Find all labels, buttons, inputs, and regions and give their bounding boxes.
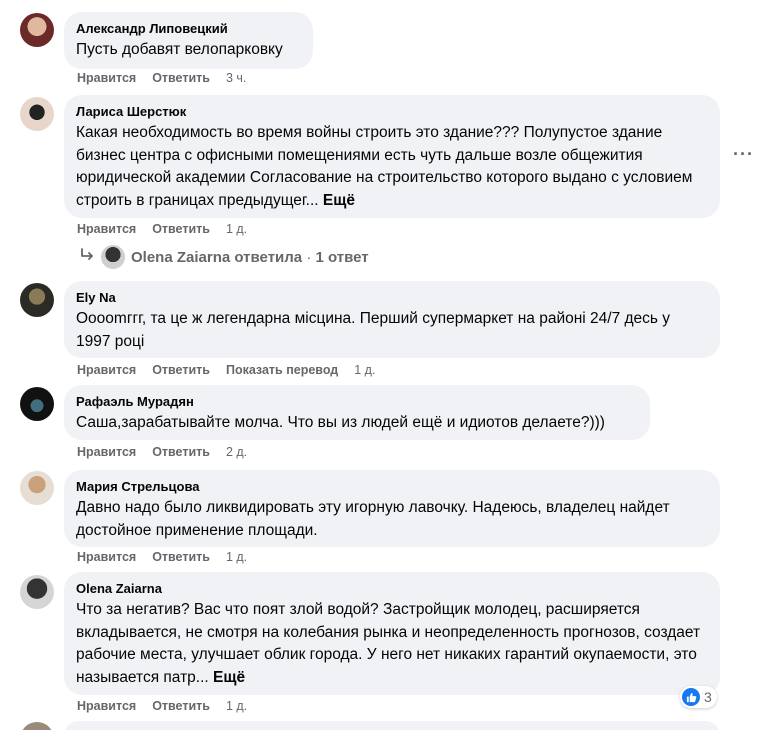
- reply-verb: ответила: [234, 248, 303, 266]
- translate-button[interactable]: Показать перевод: [226, 363, 338, 377]
- comment-bubble: Рафаэль Мурадян Саша,зарабатывайте молча…: [64, 385, 650, 440]
- reply-button[interactable]: Ответить: [152, 71, 210, 85]
- comment-time[interactable]: 1 д.: [226, 550, 247, 564]
- comment-bubble: Ely Na Ооооmггг, та це ж легендарна місц…: [64, 281, 720, 358]
- reply-button[interactable]: Ответить: [152, 550, 210, 564]
- reply-count: 1 ответ: [315, 248, 369, 266]
- like-button[interactable]: Нравится: [77, 550, 136, 564]
- comment-actions: Нравится Ответить 1 д.: [77, 222, 247, 236]
- comment-bubble: Olena Zaiarna Что за негатив? Вас что по…: [64, 572, 720, 695]
- reply-author: Olena Zaiarna: [131, 248, 231, 266]
- avatar[interactable]: [20, 97, 54, 131]
- comment-actions: Нравится Ответить 3 ч.: [77, 71, 246, 85]
- reply-button[interactable]: Ответить: [152, 699, 210, 713]
- reaction-count[interactable]: 3: [680, 686, 717, 708]
- comment-text: Саша,зарабатывайте молча. Что вы из люде…: [76, 414, 605, 431]
- like-button[interactable]: Нравится: [77, 71, 136, 85]
- comment-bubble: Лариса Шерстюк Какая необходимость во вр…: [64, 95, 720, 218]
- comment-time[interactable]: 1 д.: [354, 363, 375, 377]
- avatar: [101, 245, 125, 269]
- avatar[interactable]: [20, 575, 54, 609]
- comment-text: Какая необходимость во время войны строи…: [76, 124, 693, 209]
- comment-actions: Нравится Ответить Показать перевод 1 д.: [77, 363, 375, 377]
- like-reaction-icon: [682, 688, 700, 706]
- like-button[interactable]: Нравится: [77, 222, 136, 236]
- comment-actions: Нравится Ответить 2 д.: [77, 445, 247, 459]
- avatar[interactable]: [20, 387, 54, 421]
- comment-time[interactable]: 1 д.: [226, 699, 247, 713]
- comment-author[interactable]: Ely Na: [76, 290, 708, 306]
- view-replies-link[interactable]: Olena Zaiarna ответила · 1 ответ: [79, 245, 369, 269]
- like-button[interactable]: Нравится: [77, 699, 136, 713]
- comment-time[interactable]: 1 д.: [226, 222, 247, 236]
- comment-bubble: Александр Липовецкий Пусть добавят велоп…: [64, 12, 313, 69]
- comment-author[interactable]: Александр Липовецкий: [76, 21, 301, 37]
- comment-bubble: Мария Стрельцова Давно надо было ликвиди…: [64, 470, 720, 547]
- comment-text: Что за негатив? Вас что поят злой водой?…: [76, 601, 701, 686]
- like-button[interactable]: Нравится: [77, 363, 136, 377]
- comment-author[interactable]: Мария Стрельцова: [76, 479, 708, 495]
- comment-author[interactable]: Лариса Шерстюк: [76, 104, 708, 120]
- reply-button[interactable]: Ответить: [152, 363, 210, 377]
- see-more-link[interactable]: Ещё: [323, 192, 355, 209]
- comment-author[interactable]: Olena Zaiarna: [76, 581, 708, 597]
- comment-text: Пусть добавят велопарковку: [76, 41, 283, 58]
- comment-actions: Нравится Ответить 1 д.: [77, 550, 247, 564]
- comment-bubble: [64, 721, 720, 730]
- avatar[interactable]: [20, 722, 54, 730]
- reply-arrow-icon: [79, 248, 95, 266]
- separator: ·: [306, 248, 312, 266]
- reaction-number: 3: [704, 689, 712, 705]
- reply-button[interactable]: Ответить: [152, 445, 210, 459]
- comment-author[interactable]: Рафаэль Мурадян: [76, 394, 638, 410]
- comment-time[interactable]: 2 д.: [226, 445, 247, 459]
- like-button[interactable]: Нравится: [77, 445, 136, 459]
- comment-text: Давно надо было ликвидировать эту игорну…: [76, 499, 670, 539]
- more-options-icon[interactable]: ···: [733, 144, 754, 165]
- comment-actions: Нравится Ответить 1 д.: [77, 699, 247, 713]
- see-more-link[interactable]: Ещё: [213, 669, 245, 686]
- avatar[interactable]: [20, 471, 54, 505]
- comment-text: Ооооmггг, та це ж легендарна місцина. Пе…: [76, 310, 671, 350]
- avatar[interactable]: [20, 13, 54, 47]
- avatar[interactable]: [20, 283, 54, 317]
- comment-time[interactable]: 3 ч.: [226, 71, 246, 85]
- reply-button[interactable]: Ответить: [152, 222, 210, 236]
